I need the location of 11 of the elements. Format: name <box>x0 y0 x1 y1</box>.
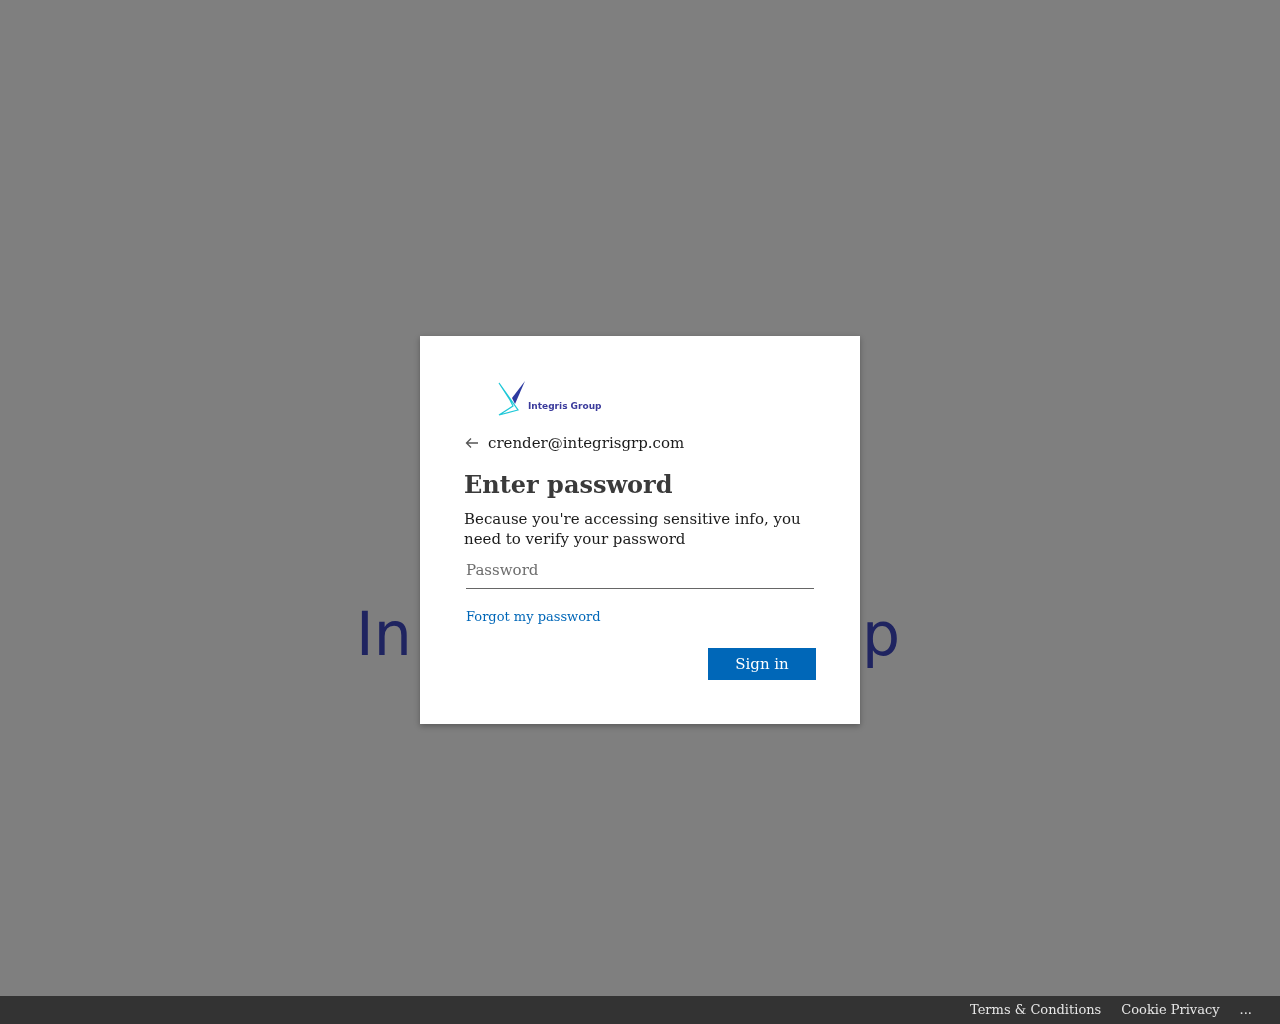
footer-link[interactable]: Cookie Privacy <box>1121 1000 1220 1020</box>
dialog-title: Enter password <box>464 470 674 500</box>
forgot-password-link[interactable]: Forgot my password <box>466 606 601 627</box>
logo-text: Integris Group <box>528 399 602 413</box>
footer-link[interactable]: ... <box>1239 1000 1252 1020</box>
footer-link[interactable]: Terms & Conditions <box>970 1000 1102 1020</box>
sign-in-button[interactable]: Sign in <box>708 647 816 680</box>
bird-logo-icon <box>498 380 526 416</box>
account-email: crender@integrisgrp.com <box>488 433 685 454</box>
description-text: Because you're accessing sensitive info, you need to verify your password <box>464 509 802 550</box>
background-text: In <box>356 604 412 664</box>
